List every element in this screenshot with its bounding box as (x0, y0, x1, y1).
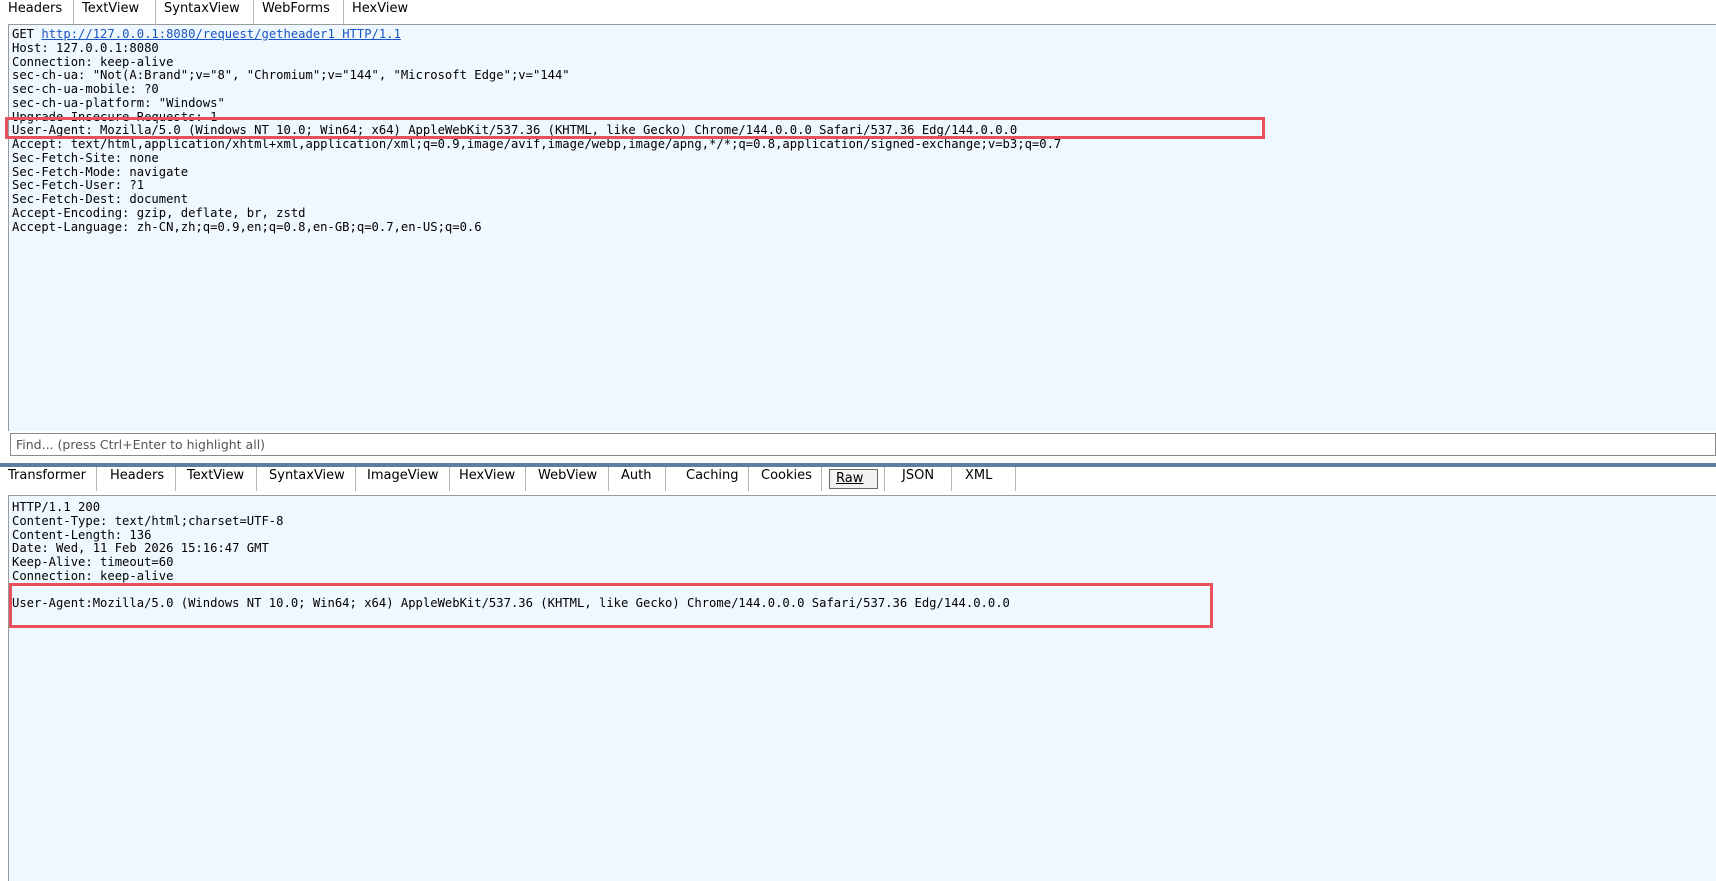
response-header-line: Date: Wed, 11 Feb 2026 15:16:47 GMT (12, 541, 269, 556)
response-header-line: HTTP/1.1 200 (12, 500, 101, 514)
tab-response-xml[interactable]: XML (952, 467, 1016, 491)
request-header-line: Accept-Encoding: gzip, deflate, br, zstd (12, 205, 306, 220)
response-header-line: Connection: keep-alive (12, 568, 174, 583)
tab-response-transformer[interactable]: Transformer (0, 467, 97, 491)
request-header-line: sec-ch-ua-platform: "Windows" (12, 95, 225, 110)
request-header-line: sec-ch-ua-mobile: ?0 (12, 82, 159, 96)
request-protocol: HTTP/1.1 (342, 27, 401, 41)
response-user-agent-highlight (9, 583, 1213, 628)
response-header-line: Content-Type: text/html;charset=UTF-8 (12, 513, 284, 528)
request-header-line: Sec-Fetch-Dest: document (12, 192, 189, 206)
tab-response-raw[interactable]: Raw (829, 469, 878, 489)
request-header-line: Accept: text/html,application/xhtml+xml,… (12, 137, 1062, 151)
response-header-line: Content-Length: 136 (12, 527, 152, 542)
request-header-line: Connection: keep-alive (12, 54, 174, 69)
tab-response-syntaxview[interactable]: SyntaxView (257, 467, 356, 491)
tab-response-json[interactable]: JSON (884, 467, 952, 491)
tab-request-textview[interactable]: TextView (74, 0, 156, 24)
find-input[interactable] (10, 433, 1716, 456)
tab-request-headers[interactable]: Headers (0, 0, 74, 24)
tab-response-auth[interactable]: Auth (609, 467, 666, 491)
tab-response-webview[interactable]: WebView (526, 467, 609, 491)
tab-response-textview[interactable]: TextView (176, 467, 257, 491)
request-url-link[interactable]: http://127.0.0.1:8080/request/getheader1 (41, 27, 335, 41)
request-header-line: Sec-Fetch-Site: none (12, 150, 159, 165)
request-method: GET (12, 27, 35, 41)
tab-response-cookies[interactable]: Cookies (749, 467, 822, 491)
tab-response-imageview[interactable]: ImageView (356, 467, 450, 491)
tab-request-webforms[interactable]: WebForms (254, 0, 344, 24)
tab-response-hexview[interactable]: HexView (450, 467, 526, 491)
response-raw-pane[interactable]: HTTP/1.1 200 Content-Type: text/html;cha… (8, 495, 1716, 881)
response-header-line: Keep-Alive: timeout=60 (12, 555, 174, 569)
tab-response-headers[interactable]: Headers (97, 467, 176, 491)
request-tab-bar: Headers TextView SyntaxView WebForms Hex… (0, 0, 1716, 24)
request-user-agent-highlight (5, 117, 1265, 139)
request-header-line: Sec-Fetch-Mode: navigate (12, 164, 189, 179)
request-header-line: sec-ch-ua: "Not(A:Brand";v="8", "Chromiu… (12, 68, 570, 83)
tab-request-syntaxview[interactable]: SyntaxView (156, 0, 254, 24)
tab-request-hexview[interactable]: HexView (344, 0, 420, 24)
request-header-line: Accept-Language: zh-CN,zh;q=0.9,en;q=0.8… (12, 219, 482, 234)
request-header-line: Sec-Fetch-User: ?1 (12, 178, 145, 193)
request-raw-pane[interactable]: GET http://127.0.0.1:8080/request/gethea… (8, 24, 1716, 431)
response-tab-bar: Transformer Headers TextView SyntaxView … (0, 467, 1716, 491)
tab-response-caching[interactable]: Caching (666, 467, 749, 491)
request-header-line: Host: 127.0.0.1:8080 (12, 40, 159, 55)
